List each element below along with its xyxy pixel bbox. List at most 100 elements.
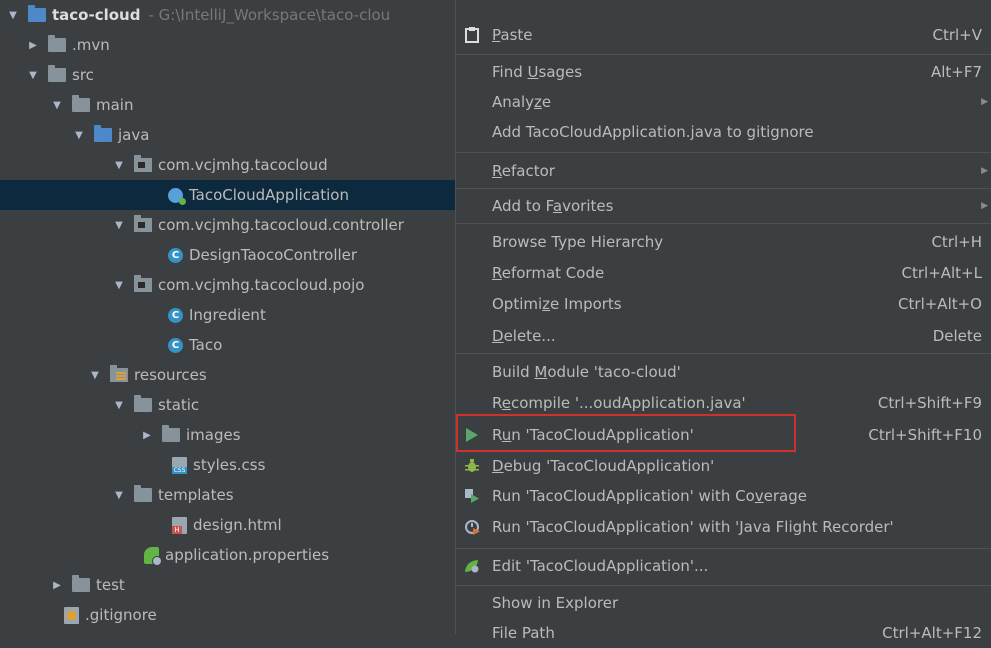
menu-item-shortcut: Ctrl+Alt+O xyxy=(898,295,982,313)
submenu-arrow-icon: ▶ xyxy=(981,201,988,211)
menu-separator xyxy=(456,188,991,189)
tree-item-taco[interactable]: C Taco xyxy=(0,330,455,360)
package-icon xyxy=(134,215,152,232)
folder-icon xyxy=(48,65,66,82)
chevron-down-icon[interactable]: ▼ xyxy=(114,280,124,291)
spring-boot-class-icon xyxy=(168,187,186,205)
menu-item-paste[interactable]: Paste Ctrl+V xyxy=(456,20,991,50)
chevron-down-icon[interactable]: ▼ xyxy=(90,370,100,381)
tree-item-mvn[interactable]: ▶ .mvn xyxy=(0,30,455,60)
chevron-down-icon[interactable]: ▼ xyxy=(114,160,124,171)
menu-item-shortcut: Ctrl+Alt+F12 xyxy=(882,624,982,642)
coverage-icon xyxy=(464,488,480,504)
folder-icon xyxy=(72,95,90,112)
source-folder-icon xyxy=(94,125,112,142)
menu-item-reformat-code[interactable]: Reformat Code Ctrl+Alt+L xyxy=(456,258,991,288)
tree-item-label: src xyxy=(72,66,94,84)
chevron-down-icon[interactable]: ▼ xyxy=(8,10,18,21)
chevron-down-icon[interactable]: ▼ xyxy=(74,130,84,141)
menu-item-label: Optimize Imports xyxy=(492,295,622,313)
tree-item-designtaococontroller[interactable]: C DesignTaocoController xyxy=(0,240,455,270)
tree-item-templates[interactable]: ▼ templates xyxy=(0,480,455,510)
module-folder-icon xyxy=(28,5,46,22)
tree-item-label: resources xyxy=(134,366,207,384)
tree-item-static[interactable]: ▼ static xyxy=(0,390,455,420)
menu-item-delete[interactable]: Delete... Delete xyxy=(456,321,991,351)
chevron-down-icon[interactable]: ▼ xyxy=(52,100,62,111)
menu-item-label: Add TacoCloudApplication.java to gitigno… xyxy=(492,123,814,141)
tree-item-tacocloudapplication[interactable]: TacoCloudApplication xyxy=(0,180,455,210)
chevron-down-icon[interactable]: ▼ xyxy=(114,400,124,411)
tree-item-test[interactable]: ▶ test xyxy=(0,570,455,600)
menu-separator xyxy=(456,548,991,549)
menu-item-label: Add to Favorites xyxy=(492,197,614,215)
tree-item-application-properties[interactable]: application.properties xyxy=(0,540,455,570)
menu-item-refactor[interactable]: Refactor ▶ xyxy=(456,156,991,186)
tree-item-gitignore[interactable]: .gitignore xyxy=(0,600,455,630)
menu-item-run-with-jfr[interactable]: Run 'TacoCloudApplication' with 'Java Fl… xyxy=(456,512,991,542)
submenu-arrow-icon: ▶ xyxy=(981,97,988,107)
tree-item-src[interactable]: ▼ src xyxy=(0,60,455,90)
tree-item-main[interactable]: ▼ main xyxy=(0,90,455,120)
chevron-right-icon[interactable]: ▶ xyxy=(52,580,62,591)
tree-root-taco-cloud[interactable]: ▼ taco-cloud - G:\IntelliJ_Workspace\tac… xyxy=(0,0,455,30)
tree-item-package-pojo[interactable]: ▼ com.vcjmhg.tacocloud.pojo xyxy=(0,270,455,300)
menu-item-show-in-explorer[interactable]: Show in Explorer xyxy=(456,588,991,618)
menu-item-build-module[interactable]: Build Module 'taco-cloud' xyxy=(456,357,991,387)
menu-item-shortcut: Ctrl+V xyxy=(932,26,982,44)
menu-item-file-path[interactable]: File Path Ctrl+Alt+F12 xyxy=(456,618,991,648)
tree-item-package-tacocloud[interactable]: ▼ com.vcjmhg.tacocloud xyxy=(0,150,455,180)
menu-item-browse-type-hierarchy[interactable]: Browse Type Hierarchy Ctrl+H xyxy=(456,227,991,257)
menu-item-shortcut: Ctrl+H xyxy=(931,233,982,251)
tree-item-label: com.vcjmhg.tacocloud.controller xyxy=(158,216,404,234)
chevron-down-icon[interactable]: ▼ xyxy=(114,490,124,501)
tree-item-label: java xyxy=(118,126,150,144)
chevron-right-icon[interactable]: ▶ xyxy=(28,40,38,51)
menu-item-edit-configuration[interactable]: Edit 'TacoCloudApplication'... xyxy=(456,551,991,581)
tree-item-java[interactable]: ▼ java xyxy=(0,120,455,150)
project-tree: ▼ taco-cloud - G:\IntelliJ_Workspace\tac… xyxy=(0,0,455,634)
tree-item-ingredient[interactable]: C Ingredient xyxy=(0,300,455,330)
folder-icon xyxy=(134,485,152,502)
submenu-arrow-icon: ▶ xyxy=(981,166,988,176)
class-icon: C xyxy=(168,247,183,263)
menu-item-label: File Path xyxy=(492,624,555,642)
run-highlight-box xyxy=(456,414,796,452)
tree-item-label: test xyxy=(96,576,125,594)
folder-icon xyxy=(72,575,90,592)
project-path: - G:\IntelliJ_Workspace\taco-clou xyxy=(148,6,391,24)
menu-item-add-to-gitignore[interactable]: Add TacoCloudApplication.java to gitigno… xyxy=(456,117,991,147)
tree-item-package-controller[interactable]: ▼ com.vcjmhg.tacocloud.controller xyxy=(0,210,455,240)
menu-item-run-with-coverage[interactable]: Run 'TacoCloudApplication' with Coverage xyxy=(456,481,991,511)
menu-item-add-to-favorites[interactable]: Add to Favorites ▶ xyxy=(456,191,991,221)
package-icon xyxy=(134,155,152,172)
tree-item-label: Ingredient xyxy=(189,306,266,324)
menu-item-analyze[interactable]: Analyze ▶ xyxy=(456,87,991,117)
menu-item-label: Delete... xyxy=(492,327,556,345)
tree-item-label: design.html xyxy=(193,516,282,534)
tree-item-label: main xyxy=(96,96,134,114)
chevron-down-icon[interactable]: ▼ xyxy=(114,220,124,231)
menu-item-label: Refactor xyxy=(492,162,555,180)
menu-item-label: Edit 'TacoCloudApplication'... xyxy=(492,557,709,575)
menu-item-debug[interactable]: Debug 'TacoCloudApplication' xyxy=(456,451,991,481)
tree-item-styles-css[interactable]: styles.css xyxy=(0,450,455,480)
menu-separator xyxy=(456,585,991,586)
chevron-down-icon[interactable]: ▼ xyxy=(28,70,38,81)
tree-item-images[interactable]: ▶ images xyxy=(0,420,455,450)
tree-item-design-html[interactable]: design.html xyxy=(0,510,455,540)
tree-item-label: .mvn xyxy=(72,36,110,54)
menu-item-shortcut: Alt+F7 xyxy=(930,63,982,81)
spring-properties-icon xyxy=(144,546,162,566)
menu-item-label: Run 'TacoCloudApplication' with Coverage xyxy=(492,487,807,505)
tree-item-label: Taco xyxy=(189,336,223,354)
chevron-right-icon[interactable]: ▶ xyxy=(142,430,152,441)
menu-item-optimize-imports[interactable]: Optimize Imports Ctrl+Alt+O xyxy=(456,289,991,319)
menu-item-shortcut: Ctrl+Shift+F10 xyxy=(868,426,982,444)
menu-item-shortcut: Delete xyxy=(932,327,982,345)
tree-item-label: com.vcjmhg.tacocloud.pojo xyxy=(158,276,365,294)
menu-item-find-usages[interactable]: Find Usages Alt+F7 xyxy=(456,57,991,87)
tree-item-resources[interactable]: ▼ resources xyxy=(0,360,455,390)
gitignore-file-icon xyxy=(64,606,79,624)
menu-item-label: Find Usages xyxy=(492,63,583,81)
